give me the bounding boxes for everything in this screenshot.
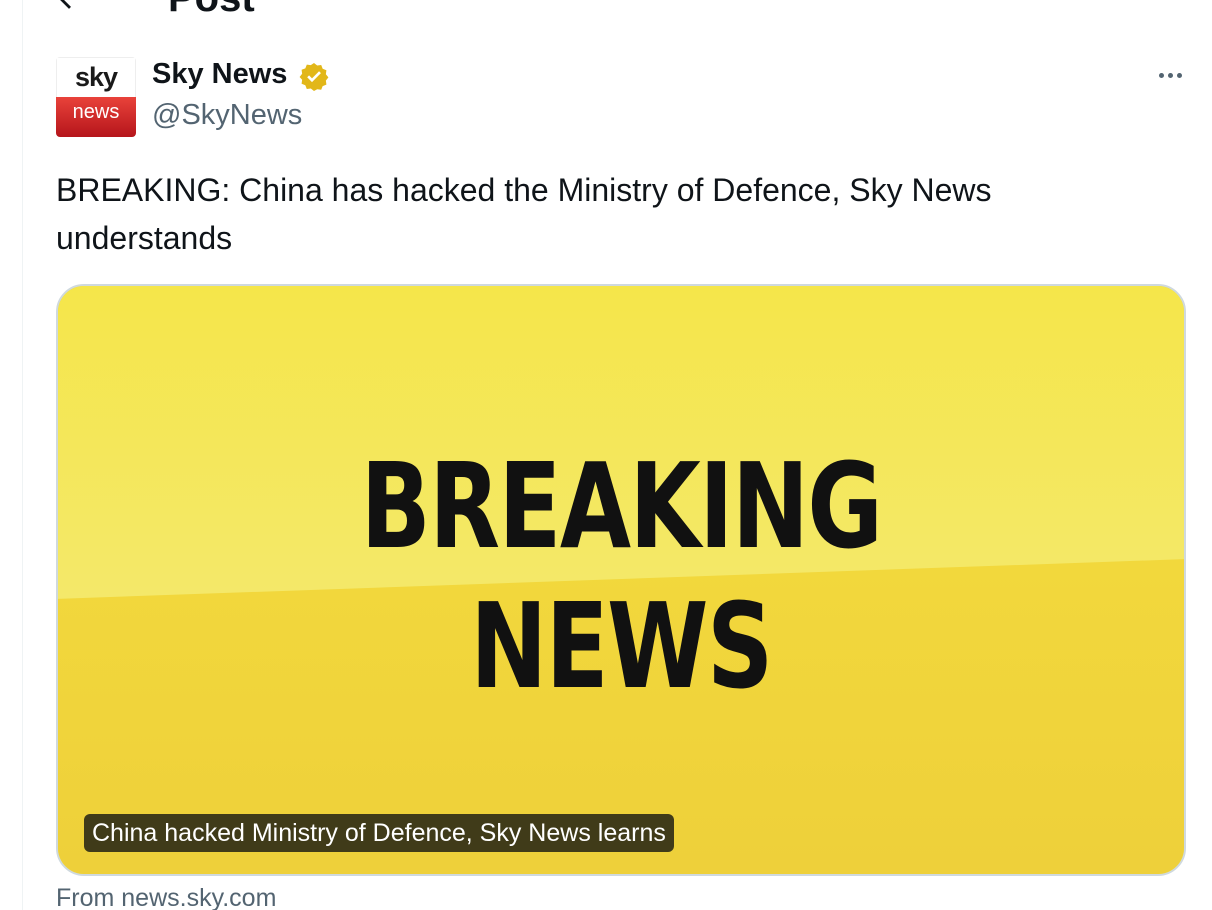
link-card[interactable]: BREAKING NEWS China hacked Ministry of D… bbox=[56, 284, 1186, 876]
post-page: Post sky news Sky News @SkyNews BREAKING… bbox=[0, 0, 1212, 910]
tweet-text: BREAKING: China has hacked the Ministry … bbox=[56, 172, 992, 256]
column-divider bbox=[22, 0, 23, 910]
more-options-button[interactable] bbox=[1150, 60, 1190, 90]
author-name[interactable]: Sky News bbox=[152, 58, 287, 91]
avatar[interactable]: sky news bbox=[56, 57, 136, 137]
avatar-logo-top: sky bbox=[56, 57, 136, 97]
more-dot bbox=[1167, 72, 1173, 78]
verified-badge-icon bbox=[299, 63, 329, 91]
back-button[interactable] bbox=[50, 0, 90, 18]
card-source-link[interactable]: From news.sky.com bbox=[56, 884, 276, 910]
page-title: Post bbox=[168, 0, 255, 20]
card-headline-line1: BREAKING bbox=[360, 437, 883, 575]
more-dots-icon bbox=[1158, 72, 1164, 78]
avatar-logo-bottom: news bbox=[56, 97, 136, 137]
more-dot bbox=[1176, 72, 1182, 78]
arrow-left-icon bbox=[60, 0, 71, 9]
author-handle[interactable]: @SkyNews bbox=[152, 99, 302, 132]
card-headline-line2: NEWS bbox=[470, 577, 773, 715]
card-caption: China hacked Ministry of Defence, Sky Ne… bbox=[84, 814, 674, 852]
